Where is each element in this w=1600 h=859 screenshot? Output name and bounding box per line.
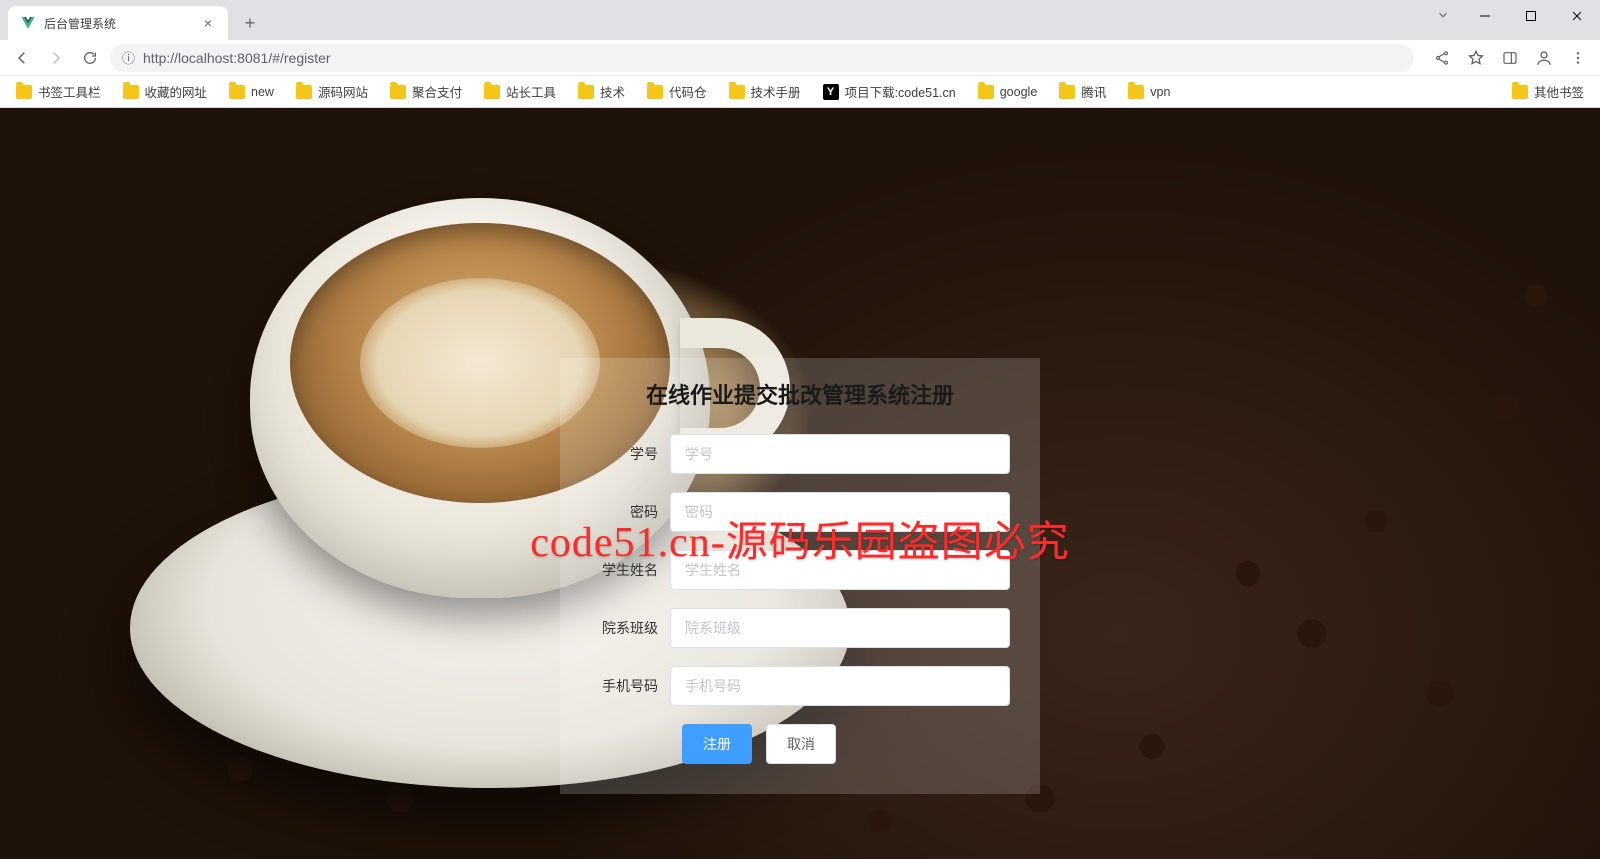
folder-icon <box>1128 85 1144 99</box>
folder-icon <box>1512 85 1528 99</box>
register-form: 在线作业提交批改管理系统注册 学号 密码 学生姓名 院系班级 手机号码 <box>560 358 1040 794</box>
omnibox[interactable]: ⓘ http://localhost:8081/#/register <box>110 44 1414 72</box>
bookmarks-bar: 书签工具栏 收藏的网址 new 源码网站 聚合支付 站长工具 技术 代码仓 技术… <box>0 76 1600 108</box>
password-input[interactable] <box>670 492 1010 532</box>
folder-icon <box>229 85 245 99</box>
class-label: 院系班级 <box>590 618 670 638</box>
bookmark-item[interactable]: 聚合支付 <box>384 78 468 105</box>
tab-close-button[interactable]: × <box>200 13 216 33</box>
folder-icon <box>296 85 312 99</box>
tab-search-button[interactable] <box>1436 8 1450 27</box>
folder-icon <box>578 85 594 99</box>
register-button[interactable]: 注册 <box>682 724 752 764</box>
side-panel-button[interactable] <box>1496 44 1524 72</box>
class-input[interactable] <box>670 608 1010 648</box>
browser-titlebar: 后台管理系统 × + <box>0 0 1600 40</box>
y-icon: Y <box>823 84 839 100</box>
window-close-button[interactable] <box>1554 0 1600 32</box>
page-content: code51.cn-源码乐园盗图必究 在线作业提交批改管理系统注册 学号 密码 … <box>0 108 1600 859</box>
password-label: 密码 <box>590 502 670 522</box>
folder-icon <box>390 85 406 99</box>
bookmark-item[interactable]: 代码仓 <box>641 78 713 105</box>
nav-forward-button[interactable] <box>42 44 70 72</box>
bookmark-item[interactable]: new <box>223 81 280 103</box>
folder-icon <box>16 85 32 99</box>
phone-label: 手机号码 <box>590 676 670 696</box>
bookmark-overflow[interactable]: 其他书签 <box>1506 78 1590 105</box>
name-label: 学生姓名 <box>590 560 670 580</box>
bookmark-item[interactable]: vpn <box>1122 81 1176 103</box>
bookmark-item[interactable]: 技术手册 <box>723 78 807 105</box>
folder-icon <box>729 85 745 99</box>
site-info-icon[interactable]: ⓘ <box>122 48 135 67</box>
bookmark-star-button[interactable] <box>1462 44 1490 72</box>
bookmark-item[interactable]: 腾讯 <box>1053 78 1112 105</box>
vue-favicon-icon <box>20 15 36 31</box>
window-maximize-button[interactable] <box>1508 0 1554 32</box>
folder-icon <box>484 85 500 99</box>
bookmark-item[interactable]: 技术 <box>572 78 631 105</box>
tab-title: 后台管理系统 <box>44 15 116 32</box>
folder-icon <box>1059 85 1075 99</box>
folder-icon <box>647 85 663 99</box>
folder-icon <box>123 85 139 99</box>
bookmark-item[interactable]: 站长工具 <box>478 78 562 105</box>
browser-tab-active[interactable]: 后台管理系统 × <box>8 6 228 40</box>
bookmark-item[interactable]: 书签工具栏 <box>10 78 107 105</box>
cancel-button[interactable]: 取消 <box>766 724 836 764</box>
bookmark-item[interactable]: 源码网站 <box>290 78 374 105</box>
form-title: 在线作业提交批改管理系统注册 <box>590 378 1010 410</box>
omnibox-url: http://localhost:8081/#/register <box>143 50 331 66</box>
browser-address-bar: ⓘ http://localhost:8081/#/register <box>0 40 1600 76</box>
student-id-label: 学号 <box>590 444 670 464</box>
bookmark-item[interactable]: 收藏的网址 <box>117 78 214 105</box>
bookmark-item[interactable]: Y项目下载:code51.cn <box>817 78 962 105</box>
name-input[interactable] <box>670 550 1010 590</box>
nav-back-button[interactable] <box>8 44 36 72</box>
nav-reload-button[interactable] <box>76 44 104 72</box>
phone-input[interactable] <box>670 666 1010 706</box>
window-minimize-button[interactable] <box>1462 0 1508 32</box>
student-id-input[interactable] <box>670 434 1010 474</box>
folder-icon <box>978 85 994 99</box>
kebab-menu-button[interactable] <box>1564 44 1592 72</box>
profile-button[interactable] <box>1530 44 1558 72</box>
share-button[interactable] <box>1428 44 1456 72</box>
bookmark-item[interactable]: google <box>972 81 1044 103</box>
new-tab-button[interactable]: + <box>236 9 264 37</box>
